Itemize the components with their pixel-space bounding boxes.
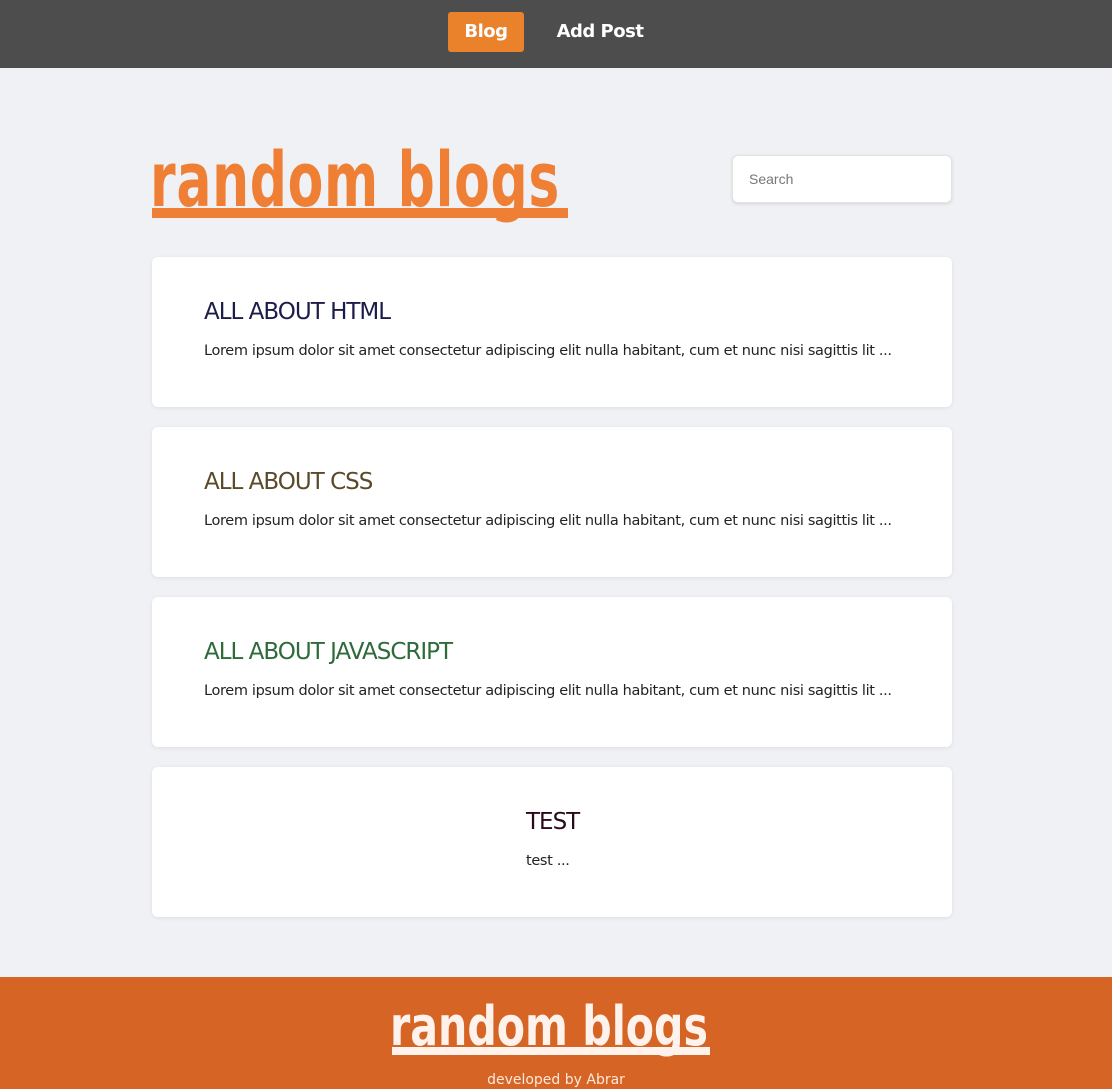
nav-add-post-link[interactable]: Add Post (556, 12, 644, 52)
post-card[interactable]: ALL ABOUT CSS Lorem ipsum dolor sit amet … (152, 427, 952, 577)
nav-blog-button[interactable]: Blog (448, 12, 524, 52)
post-card[interactable]: TEST test ... (152, 767, 952, 917)
post-title[interactable]: TEST (526, 809, 580, 835)
footer: random blogs developed by Abrar (0, 977, 1112, 1089)
search-input[interactable] (732, 155, 952, 203)
logo-underline (152, 208, 568, 218)
footer-logo-underline (392, 1047, 710, 1055)
post-excerpt: Lorem ipsum dolor sit amet consectetur a… (204, 343, 892, 359)
site-logo[interactable]: random blogs (148, 120, 574, 242)
post-card[interactable]: ALL ABOUT HTML Lorem ipsum dolor sit amet… (152, 257, 952, 407)
post-excerpt: test ... (526, 853, 570, 869)
footer-logo: random blogs (390, 995, 710, 1058)
post-title[interactable]: ALL ABOUT CSS (204, 469, 373, 495)
footer-credit: developed by Abrar (487, 1072, 625, 1088)
post-title[interactable]: ALL ABOUT JAVASCRIPT (204, 639, 453, 665)
post-excerpt: Lorem ipsum dolor sit amet consectetur a… (204, 513, 892, 529)
post-excerpt: Lorem ipsum dolor sit amet consectetur a… (204, 683, 892, 699)
post-title[interactable]: ALL ABOUT HTML (204, 299, 391, 325)
top-navbar: Blog Add Post (0, 0, 1112, 68)
post-card[interactable]: ALL ABOUT JAVASCRIPT Lorem ipsum dolor si… (152, 597, 952, 747)
